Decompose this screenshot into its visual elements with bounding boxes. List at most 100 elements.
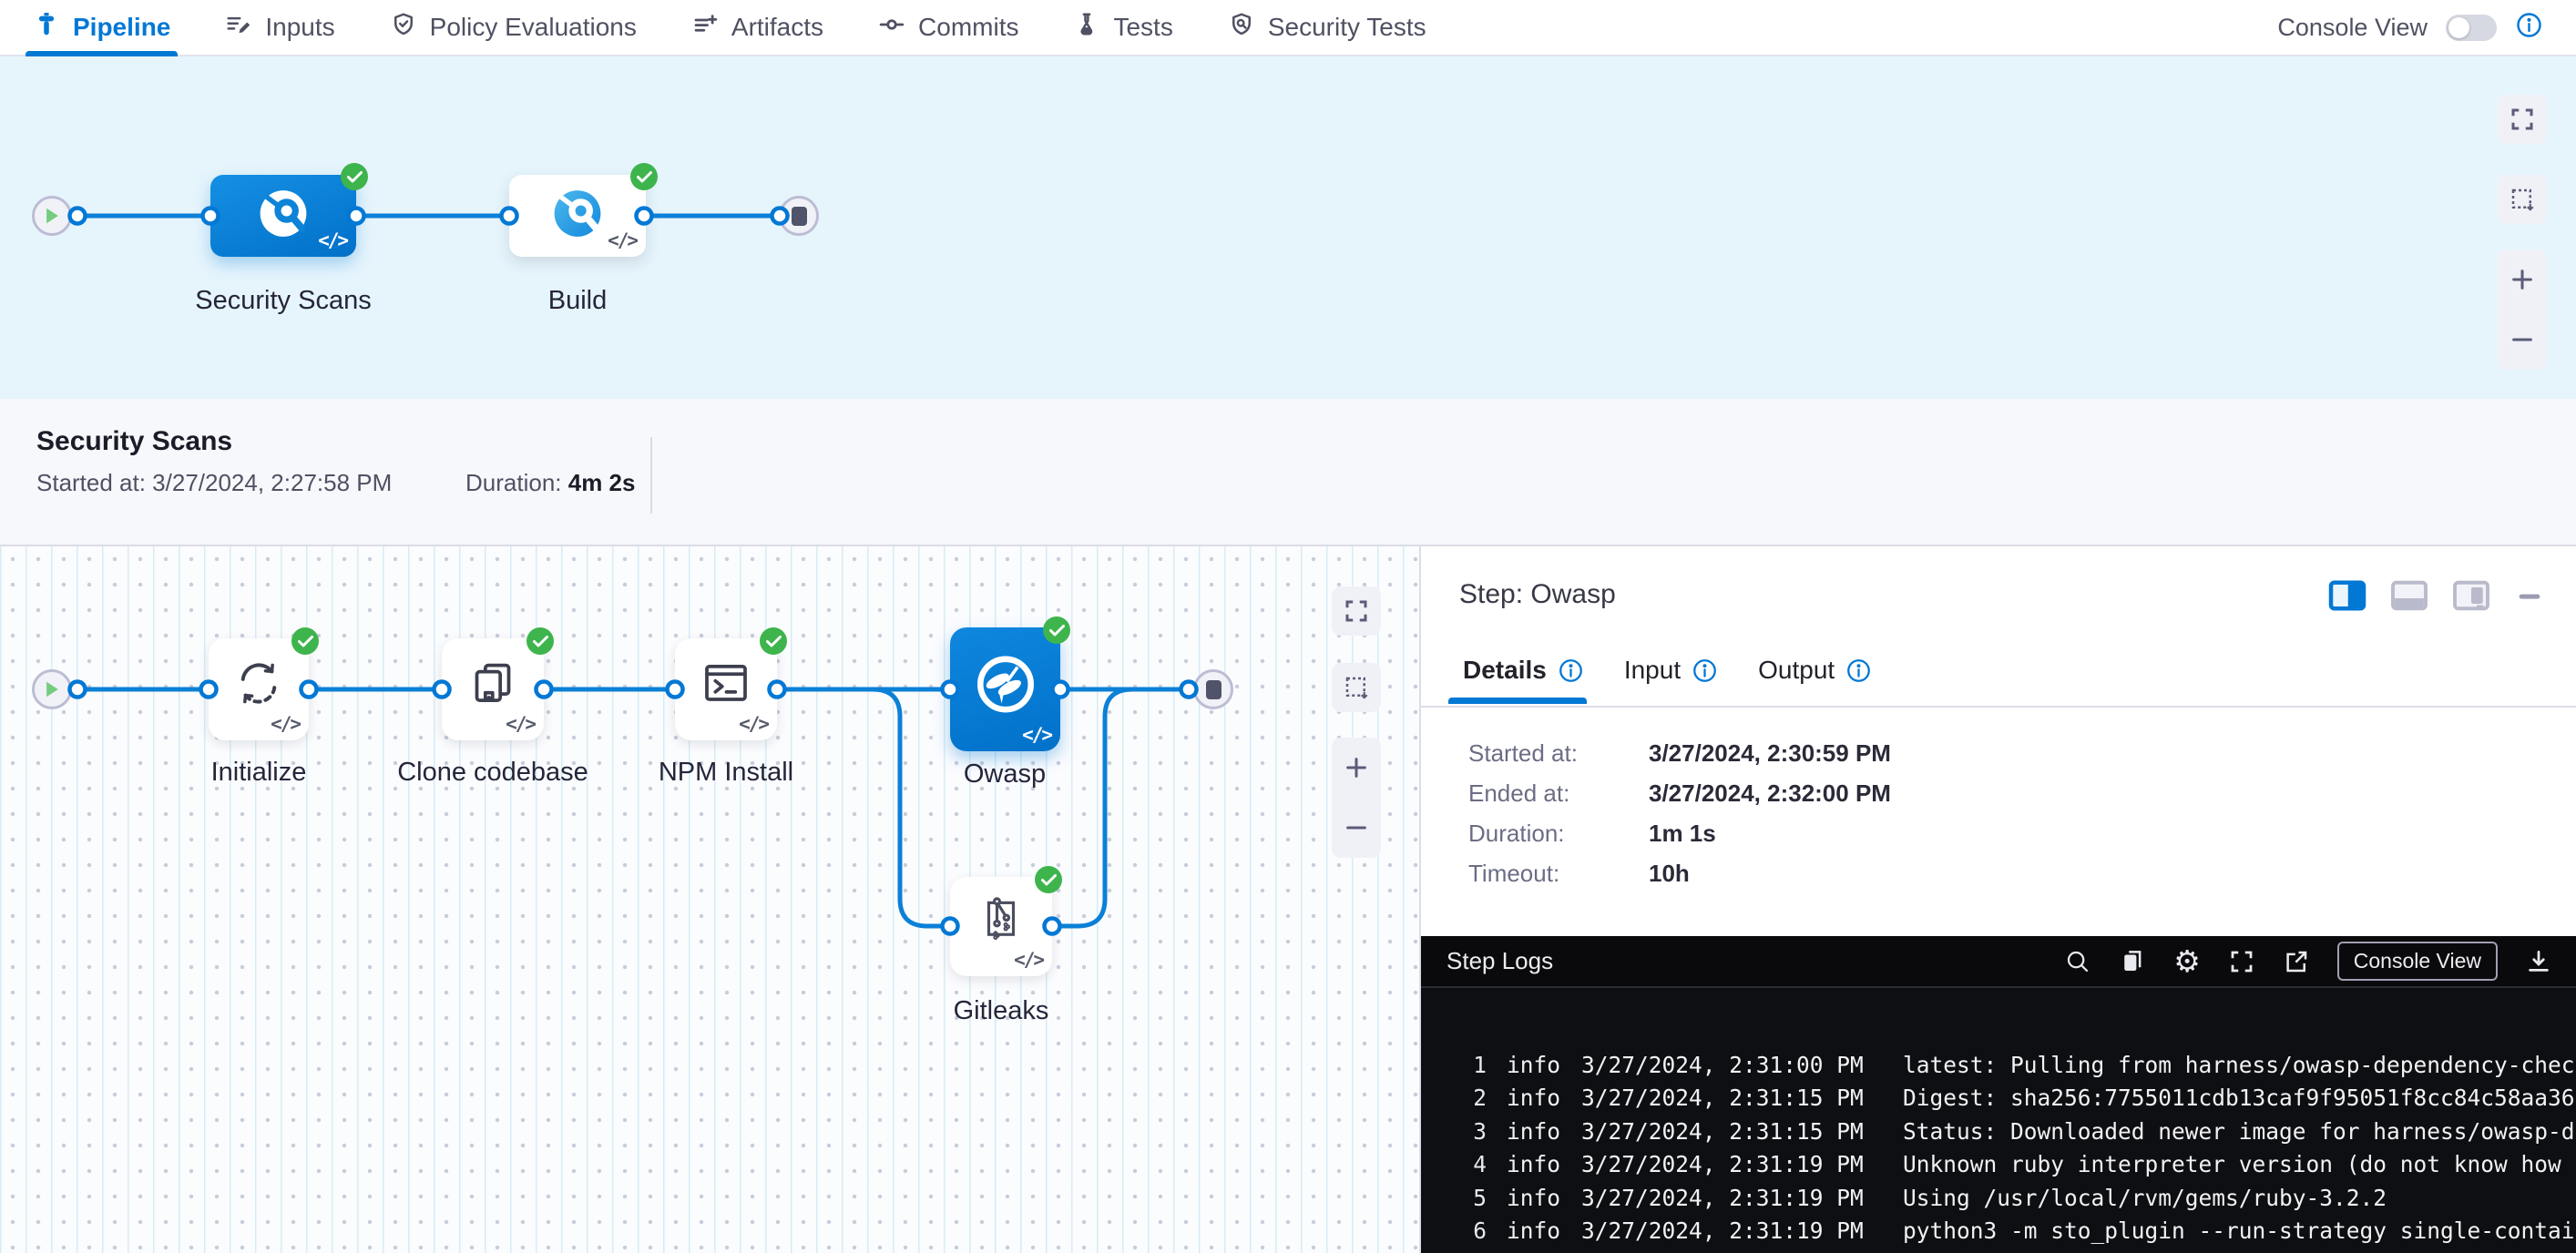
step-details-list: Started at: 3/27/2024, 2:30:59 PM Ended … (1468, 733, 1891, 893)
tab-commits[interactable]: Commits (878, 0, 1018, 55)
info-icon (1845, 657, 1872, 684)
bottom-view-layout-button[interactable] (2390, 579, 2428, 612)
step-canvas-fullscreen-button[interactable] (1332, 586, 1381, 636)
tab-output[interactable]: Output (1758, 656, 1872, 685)
detail-row-started-at: Started at: 3/27/2024, 2:30:59 PM (1468, 733, 1891, 773)
commit-icon (878, 11, 905, 45)
log-level: info (1507, 1217, 1561, 1244)
step-label[interactable]: Owasp (964, 759, 1046, 789)
log-line-number: 5 (1421, 1185, 1487, 1211)
log-message: latest: Pulling from harness/owasp-depen… (1903, 1052, 2576, 1078)
stage-graph-canvas[interactable]: </> Security Scans </> Build (0, 56, 2576, 399)
step-card-npm-install[interactable]: </> (675, 638, 777, 740)
tab-security-tests[interactable]: Security Tests (1228, 0, 1426, 55)
zoom-in-button[interactable] (2498, 252, 2547, 307)
tab-tests[interactable]: Tests (1073, 0, 1172, 55)
detail-label: Ended at: (1468, 779, 1649, 808)
tab-label: Pipeline (73, 13, 170, 42)
tab-artifacts[interactable]: Artifacts (691, 0, 823, 55)
zoom-out-button[interactable] (2498, 312, 2547, 367)
split-view-layout-button[interactable] (2328, 579, 2366, 612)
step-card-initialize[interactable]: </> (209, 638, 309, 740)
play-icon (45, 207, 60, 225)
duration-value: 4m 2s (568, 469, 636, 496)
code-icon: </> (1014, 949, 1043, 971)
minimize-panel-button[interactable] (2514, 579, 2545, 612)
step-graph-canvas[interactable]: </> Initialize </> Clone codebase </> NP… (0, 546, 1419, 1253)
log-line: 4 info 3/27/2024, 2:31:19 PM Unknown rub… (1421, 1148, 2576, 1182)
tab-label: Input (1624, 656, 1681, 685)
log-timestamp: 3/27/2024, 2:31:19 PM (1581, 1217, 1838, 1244)
detail-row-ended-at: Ended at: 3/27/2024, 2:32:00 PM (1468, 773, 1891, 813)
info-icon (1692, 657, 1718, 684)
step-label[interactable]: Clone codebase (397, 758, 588, 788)
active-tab-underline (1448, 698, 1587, 704)
tab-inputs[interactable]: Inputs (225, 0, 334, 55)
info-icon (1558, 657, 1584, 684)
code-icon: </> (318, 229, 347, 251)
tab-label: Policy Evaluations (430, 13, 637, 42)
detail-label: Started at: (1468, 739, 1649, 768)
tab-label: Inputs (265, 13, 334, 42)
success-check-icon (760, 627, 787, 655)
step-details-panel: Step: Owasp Details Input (1419, 546, 2576, 1253)
log-level: info (1507, 1118, 1561, 1145)
log-line-number: 3 (1421, 1118, 1487, 1145)
step-card-clone-codebase[interactable]: </> (442, 638, 544, 740)
tab-input[interactable]: Input (1624, 656, 1718, 685)
terminal-icon (700, 657, 751, 713)
zoom-out-button[interactable] (1332, 800, 1381, 855)
console-view-button[interactable]: Console View (2337, 942, 2498, 981)
stage-summary-bar: Security Scans Started at: 3/27/2024, 2:… (0, 399, 2576, 546)
fullscreen-icon[interactable] (2228, 948, 2255, 975)
list-plus-icon (691, 11, 719, 45)
marquee-select-icon (2509, 186, 2536, 213)
stage-canvas-fullscreen-button[interactable] (2498, 95, 2547, 144)
detail-value: 10h (1649, 860, 1690, 888)
stage-card-security-scans[interactable]: </> (210, 175, 356, 257)
step-card-owasp[interactable]: </> (950, 627, 1060, 751)
right-drawer-layout-button[interactable] (2452, 579, 2490, 612)
log-level: info (1507, 1085, 1561, 1111)
code-icon: </> (1022, 724, 1051, 746)
step-logs-panel: Step Logs ⚙ Console View (1421, 936, 2576, 1253)
detail-value: 3/27/2024, 2:30:59 PM (1649, 739, 1891, 768)
search-icon[interactable] (2064, 948, 2091, 975)
fullscreen-icon (1343, 597, 1370, 625)
stage-card-build[interactable]: </> (509, 175, 646, 257)
stage-label[interactable]: Build (548, 286, 608, 316)
tab-policy-evaluations[interactable]: Policy Evaluations (390, 0, 637, 55)
detail-row-duration: Duration: 1m 1s (1468, 813, 1891, 853)
step-label[interactable]: NPM Install (659, 758, 793, 788)
tab-details[interactable]: Details (1463, 656, 1584, 685)
detail-label: Duration: (1468, 820, 1649, 848)
stop-icon (792, 207, 807, 226)
copy-icon[interactable] (2119, 948, 2146, 975)
step-label[interactable]: Initialize (211, 758, 307, 788)
stop-icon (1206, 680, 1222, 699)
log-line-number: 1 (1421, 1052, 1487, 1078)
external-link-icon[interactable] (2283, 948, 2310, 975)
zoom-in-button[interactable] (1332, 740, 1381, 795)
log-message: Status: Downloaded newer image for harne… (1903, 1118, 2576, 1145)
toggle-knob (2448, 17, 2469, 38)
security-scan-stage-icon (257, 188, 310, 245)
step-panel-title: Step: Owasp (1459, 579, 1616, 610)
info-icon[interactable] (2515, 11, 2543, 44)
console-view-label: Console View (2277, 14, 2428, 42)
tab-pipeline[interactable]: Pipeline (33, 0, 170, 55)
step-start-node (32, 669, 72, 709)
step-card-gitleaks[interactable]: </> (950, 877, 1052, 976)
gear-icon[interactable]: ⚙ (2173, 946, 2201, 976)
stage-canvas-select-button[interactable] (2498, 175, 2547, 224)
download-icon[interactable] (2525, 948, 2552, 975)
log-timestamp: 3/27/2024, 2:31:15 PM (1581, 1118, 1838, 1145)
stage-start-node (32, 196, 72, 236)
step-canvas-select-button[interactable] (1332, 663, 1381, 712)
success-check-icon (1035, 866, 1062, 893)
step-label[interactable]: Gitleaks (954, 996, 1049, 1026)
log-output[interactable]: 1 info 3/27/2024, 2:31:00 PM latest: Pul… (1421, 988, 2576, 1253)
console-view-toggle[interactable] (2446, 15, 2497, 41)
stage-label[interactable]: Security Scans (195, 286, 371, 316)
log-timestamp: 3/27/2024, 2:31:19 PM (1581, 1151, 1838, 1177)
